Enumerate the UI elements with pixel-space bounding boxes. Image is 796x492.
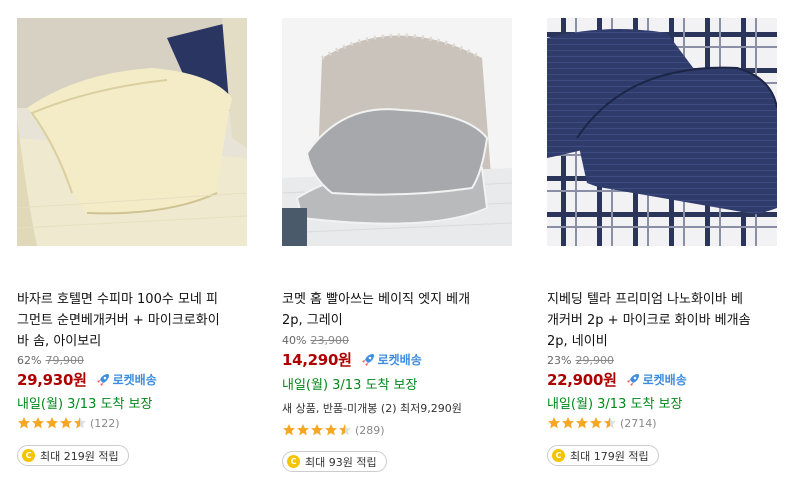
discount-rate: 62% <box>17 354 42 367</box>
coin-icon: C <box>552 449 565 462</box>
product-card[interactable]: 바자르 호텔면 수피마 100수 모네 피 그먼트 순면베개커버 + 마이크로화… <box>17 0 267 492</box>
discount-info: 40% 23,900 <box>282 334 349 347</box>
coin-icon: C <box>287 455 300 468</box>
coin-icon: C <box>22 449 35 462</box>
sale-price: 22,900원 <box>547 371 617 389</box>
original-price: 29,900 <box>575 354 614 367</box>
star-icon <box>562 417 574 429</box>
star-icon <box>32 417 44 429</box>
product-image[interactable] <box>282 18 512 246</box>
discount-info: 23% 29,900 <box>547 354 614 367</box>
rocket-icon <box>626 373 639 386</box>
sale-price: 14,290원 <box>282 351 352 369</box>
rocket-delivery-badge: 로켓배송 <box>360 351 422 368</box>
original-price: 23,900 <box>310 334 349 347</box>
review-count[interactable]: (289) <box>355 424 385 437</box>
product-image[interactable] <box>547 18 777 246</box>
star-icon <box>548 417 560 429</box>
rocket-delivery-badge: 로켓배송 <box>625 371 687 388</box>
delivery-info: 내일(월) 3/13 도착 보장 <box>547 397 683 412</box>
product-image[interactable] <box>17 18 247 246</box>
star-icon <box>297 424 309 436</box>
price-row: 22,900원 로켓배송 <box>547 369 687 390</box>
star-icon <box>60 417 72 429</box>
star-icon <box>46 417 58 429</box>
product-card[interactable]: 지베딩 텔라 프리미엄 나노화이바 베 개커버 2p + 마이크로 화이바 베개… <box>547 0 796 492</box>
price-row: 29,930원 로켓배송 <box>17 369 157 390</box>
product-title[interactable]: 코멧 홈 빨아쓰는 베이직 엣지 베개 2p, 그레이 <box>282 289 522 331</box>
reward-points-badge: C 최대 93원 적립 <box>282 451 387 472</box>
product-title[interactable]: 바자르 호텔면 수피마 100수 모네 피 그먼트 순면베개커버 + 마이크로화… <box>17 289 257 352</box>
star-icon <box>590 417 602 429</box>
star-icon <box>18 417 30 429</box>
star-icon <box>325 424 337 436</box>
discount-rate: 23% <box>547 354 572 367</box>
star-icon <box>283 424 295 436</box>
rocket-icon <box>96 373 109 386</box>
original-price: 79,900 <box>45 354 84 367</box>
star-rating <box>17 416 87 430</box>
rating: (2714) <box>547 416 657 430</box>
discount-info: 62% 79,900 <box>17 354 84 367</box>
sale-price: 29,930원 <box>17 371 87 389</box>
half-star-icon <box>74 417 86 429</box>
rating: (122) <box>17 416 120 430</box>
star-icon <box>576 417 588 429</box>
used-item-offer[interactable]: 새 상품, 반품-미개봉 (2) 최저9,290원 <box>282 400 462 416</box>
rocket-icon <box>361 353 374 366</box>
product-card[interactable]: 코멧 홈 빨아쓰는 베이직 엣지 베개 2p, 그레이 40% 23,900 14… <box>282 0 532 492</box>
delivery-info: 내일(월) 3/13 도착 보장 <box>282 378 418 393</box>
rating: (289) <box>282 423 385 437</box>
half-star-icon <box>604 417 616 429</box>
star-icon <box>311 424 323 436</box>
review-count[interactable]: (2714) <box>620 417 657 430</box>
reward-points-badge: C 최대 219원 적립 <box>17 445 129 466</box>
price-row: 14,290원 로켓배송 <box>282 349 422 370</box>
rocket-delivery-badge: 로켓배송 <box>95 371 157 388</box>
half-star-icon <box>339 424 351 436</box>
review-count[interactable]: (122) <box>90 417 120 430</box>
discount-rate: 40% <box>282 334 307 347</box>
delivery-info: 내일(월) 3/13 도착 보장 <box>17 397 153 412</box>
reward-points-badge: C 최대 179원 적립 <box>547 445 659 466</box>
star-rating <box>282 423 352 437</box>
star-rating <box>547 416 617 430</box>
product-title[interactable]: 지베딩 텔라 프리미엄 나노화이바 베 개커버 2p + 마이크로 화이바 베개… <box>547 289 787 352</box>
